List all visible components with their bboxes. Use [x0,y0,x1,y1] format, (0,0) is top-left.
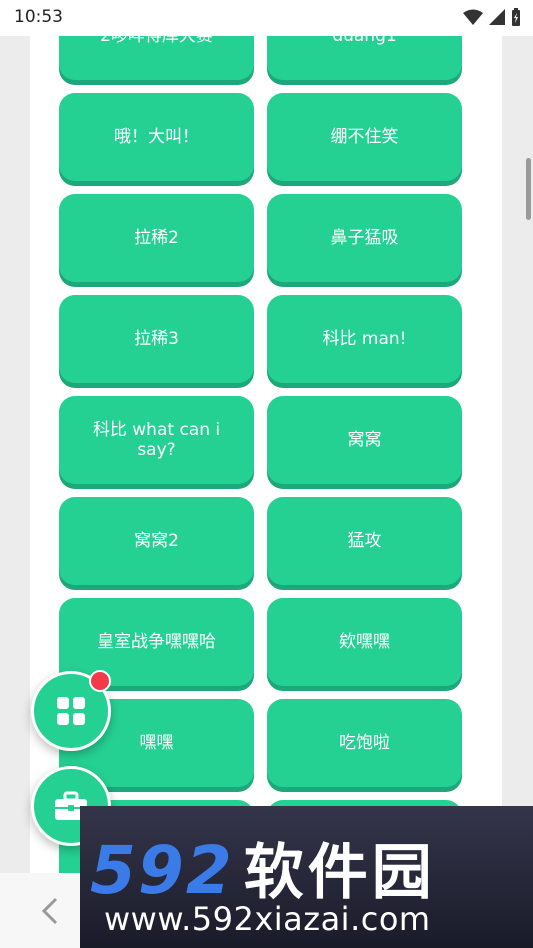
sound-button[interactable]: 拉稀2 [59,194,254,282]
watermark-logo-number: 592 [90,832,234,909]
sound-button[interactable]: 鼻子猛吸 [267,194,462,282]
sound-button[interactable]: 吃饱啦 [267,699,462,787]
scrollbar[interactable] [526,158,531,220]
watermark-logo: 592 软件园 [90,824,436,911]
sound-button[interactable]: 窝窝2 [59,497,254,585]
back-icon[interactable] [40,896,60,926]
notification-badge [89,670,111,692]
sound-button[interactable]: 科比 what can i say? [59,396,254,484]
sound-button[interactable]: 绷不住笑 [267,93,462,181]
sound-button[interactable]: 拉稀3 [59,295,254,383]
sound-button[interactable]: 窝窝 [267,396,462,484]
watermark-logo-text: 软件园 [243,838,436,908]
status-bar: 10:53 [0,0,533,36]
sound-button[interactable]: 科比 man! [267,295,462,383]
sound-button[interactable]: 欸嘿嘿 [267,598,462,686]
cell-signal-icon [489,9,505,25]
battery-icon [512,8,520,26]
status-icons [463,8,521,26]
sound-button[interactable]: 猛攻 [267,497,462,585]
sound-button[interactable]: 哦！大叫！ [59,93,254,181]
grid-icon [57,697,85,725]
wifi-icon [463,9,483,25]
watermark-url: www.592xiazai.com [104,900,431,938]
status-time: 10:53 [14,7,63,27]
sound-button[interactable]: 皇室战争嘿嘿哈 [59,598,254,686]
watermark-banner: 592 软件园 www.592xiazai.com [80,806,533,948]
